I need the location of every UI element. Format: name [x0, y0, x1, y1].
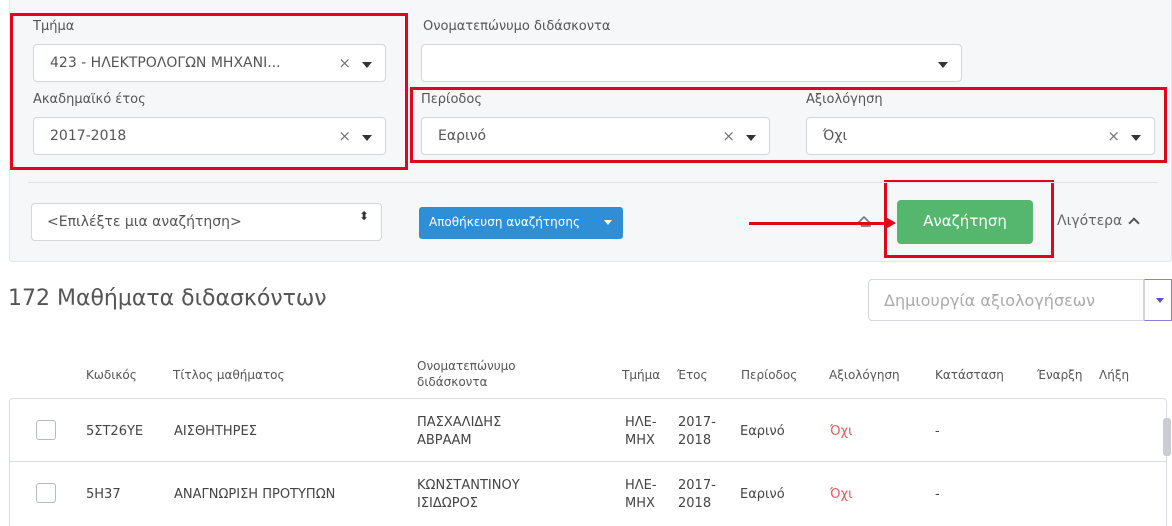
cell-code: 5Η37	[86, 487, 121, 502]
less-label: Λιγότερα	[1057, 213, 1123, 229]
evaluation-clear-icon[interactable]: ×	[1107, 127, 1120, 145]
vertical-scrollbar[interactable]	[1163, 418, 1171, 456]
cell-evaluation: Όχι	[830, 424, 853, 439]
department-select[interactable]: 423 - ΗΛΕΚΤΡΟΛΟΓΩΝ ΜΗΧΑΝΙ... ×	[33, 44, 386, 82]
academic-year-label: Ακαδημαϊκό έτος	[33, 92, 146, 107]
academic-year-clear-icon[interactable]: ×	[338, 127, 351, 145]
less-toggle-link[interactable]: Λιγότερα	[1057, 213, 1140, 229]
saved-search-select[interactable]: <Επιλέξτε μια αναζήτηση> ⬍	[31, 203, 382, 241]
create-evaluations-dropdown[interactable]	[1144, 279, 1172, 321]
chevron-down-icon[interactable]	[604, 220, 612, 225]
cell-department-line2: ΜΗΧ	[625, 433, 655, 448]
teacher-select[interactable]	[421, 44, 962, 82]
cell-teacher-line1: ΚΩΝΣΤΑΝΤΙΝΟΥ	[417, 478, 520, 493]
cell-teacher-line2: ΑΒΡΑΑΜ	[417, 433, 472, 448]
cell-department-line1: ΗΛΕ-	[625, 478, 657, 493]
chevron-down-icon[interactable]	[362, 62, 372, 68]
cell-period: Εαρινό	[740, 487, 785, 502]
period-label: Περίοδος	[421, 92, 482, 107]
column-header-department[interactable]: Τμήμα	[622, 367, 660, 383]
annotation-arrow-icon	[884, 216, 896, 230]
cell-teacher-line2: ΙΣΙΔΩΡΟΣ	[417, 496, 478, 511]
column-header-start[interactable]: Έναρξη	[1037, 367, 1082, 383]
cell-year-line2: 2018	[678, 496, 712, 511]
column-header-year[interactable]: Έτος	[677, 367, 708, 383]
column-header-evaluation[interactable]: Αξιολόγηση	[829, 367, 900, 383]
column-header-teacher-line1[interactable]: Ονοματεπώνυμο	[417, 358, 516, 374]
save-search-button[interactable]: Αποθήκευση αναζήτησης	[419, 207, 623, 239]
chevron-down-icon[interactable]	[362, 135, 372, 141]
cell-period: Εαρινό	[740, 424, 785, 439]
column-header-code[interactable]: Κωδικός	[86, 367, 137, 383]
create-evaluations-label: Δημιουργία αξιολογήσεων	[884, 291, 1096, 310]
teacher-label: Ονοματεπώνυμο διδάσκοντα	[423, 19, 611, 34]
academic-year-select[interactable]: 2017-2018 ×	[33, 117, 386, 155]
cell-year-line1: 2017-	[678, 415, 716, 430]
cell-title: ΑΝΑΓΝΩΡΙΣΗ ΠΡΟΤΥΠΩΝ	[174, 487, 336, 502]
evaluation-select[interactable]: Όχι ×	[806, 117, 1155, 155]
chevron-up-icon	[1128, 217, 1140, 229]
annotation-arrow-line	[749, 222, 889, 225]
period-clear-icon[interactable]: ×	[722, 127, 735, 145]
period-select[interactable]: Εαρινό ×	[421, 117, 770, 155]
results-title: 172 Μαθήματα διδασκόντων	[8, 286, 327, 311]
department-value: 423 - ΗΛΕΚΤΡΟΛΟΓΩΝ ΜΗΧΑΝΙ...	[50, 55, 281, 71]
divider	[28, 182, 1158, 183]
search-label: Αναζήτηση	[923, 212, 1007, 230]
column-header-teacher-line2[interactable]: διδάσκοντα	[417, 374, 488, 390]
cell-teacher-line1: ΠΑΣΧΑΛΙΔΗΣ	[417, 415, 502, 430]
row-checkbox[interactable]	[36, 483, 56, 503]
column-header-status[interactable]: Κατάσταση	[935, 367, 1004, 383]
save-search-label: Αποθήκευση αναζήτησης	[429, 215, 580, 229]
period-value: Εαρινό	[438, 128, 487, 144]
row-checkbox[interactable]	[36, 420, 56, 440]
saved-search-placeholder: <Επιλέξτε μια αναζήτηση>	[47, 214, 242, 230]
evaluation-value: Όχι	[823, 128, 848, 144]
row-divider	[10, 461, 1166, 462]
cell-status: -	[935, 487, 940, 502]
department-clear-icon[interactable]: ×	[338, 54, 351, 72]
create-evaluations-button[interactable]: Δημιουργία αξιολογήσεων	[868, 279, 1144, 321]
column-header-title[interactable]: Τίτλος μαθήματος	[173, 367, 285, 383]
evaluation-label: Αξιολόγηση	[806, 92, 883, 107]
cell-year-line2: 2018	[678, 433, 712, 448]
chevron-down-icon[interactable]	[746, 135, 756, 141]
cell-department-line1: ΗΛΕ-	[625, 415, 657, 430]
chevron-down-icon[interactable]	[938, 62, 948, 68]
cell-title: ΑΙΣΘΗΤΗΡΕΣ	[174, 424, 257, 439]
cell-year-line1: 2017-	[678, 478, 716, 493]
cell-code: 5ΣΤ26ΥΕ	[86, 424, 144, 439]
cell-status: -	[935, 424, 940, 439]
department-label: Τμήμα	[33, 19, 75, 34]
column-header-period[interactable]: Περίοδος	[741, 367, 797, 383]
results-table	[9, 398, 1167, 526]
column-header-end[interactable]: Λήξη	[1099, 367, 1129, 383]
cell-evaluation: Όχι	[830, 487, 853, 502]
chevron-down-icon[interactable]	[1131, 135, 1141, 141]
search-button[interactable]: Αναζήτηση	[897, 200, 1033, 244]
cell-department-line2: ΜΗΧ	[625, 496, 655, 511]
chevron-down-icon	[1156, 298, 1164, 303]
sort-arrows-icon: ⬍	[358, 209, 369, 223]
academic-year-value: 2017-2018	[50, 128, 127, 144]
